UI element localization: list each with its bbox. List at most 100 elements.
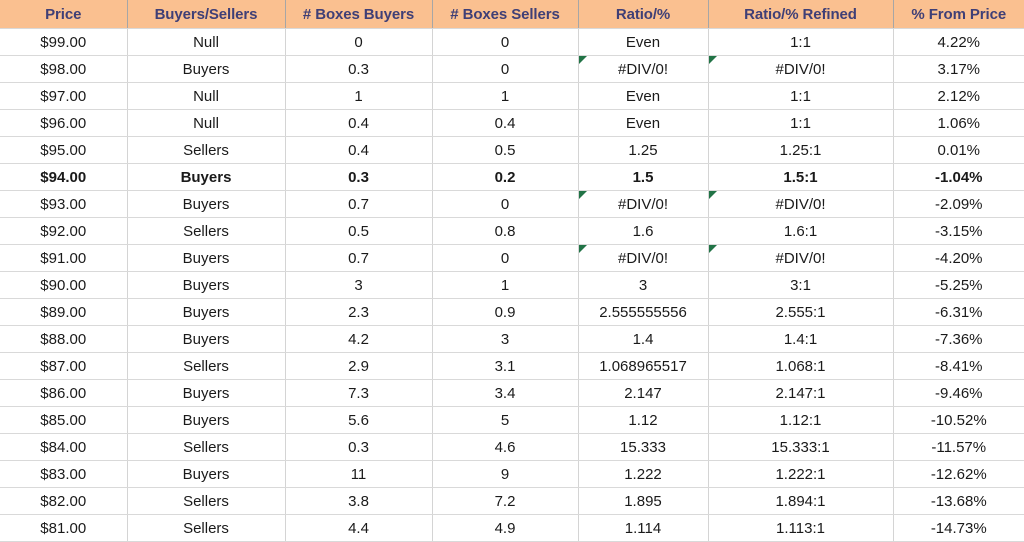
cell-signal[interactable]: Buyers	[127, 298, 286, 326]
table-row[interactable]: $81.00 Sellers 4.4 4.9 1.114 1.113:1 -14.73%	[0, 514, 1024, 542]
table-row[interactable]: $83.00 Buyers 11 9 1.222 1.222:1 -12.62%	[0, 460, 1024, 488]
cell-boxes-buyers[interactable]: 5.6	[285, 406, 433, 434]
cell-boxes-sellers[interactable]: 0.4	[432, 109, 579, 137]
cell-boxes-buyers[interactable]: 4.2	[285, 325, 433, 353]
table-row[interactable]: $96.00 Null 0.4 0.4 Even 1:1 1.06%	[0, 109, 1024, 137]
cell-pct-from-price[interactable]: -5.25%	[893, 271, 1024, 299]
table-row[interactable]: $94.00 Buyers 0.3 0.2 1.5 1.5:1 -1.04%	[0, 163, 1024, 191]
cell-ratio[interactable]: 1.895	[578, 487, 709, 515]
cell-ratio-refined[interactable]: 2.555:1	[708, 298, 894, 326]
cell-ratio-refined[interactable]: 1.068:1	[708, 352, 894, 380]
cell-price[interactable]: $92.00	[0, 217, 128, 245]
cell-boxes-buyers[interactable]: 0.4	[285, 109, 433, 137]
cell-pct-from-price[interactable]: -14.73%	[893, 514, 1024, 542]
cell-ratio-refined[interactable]: #DIV/0!	[708, 55, 894, 83]
table-row[interactable]: $89.00 Buyers 2.3 0.9 2.555555556 2.555:1 -6.3…	[0, 298, 1024, 326]
cell-boxes-buyers[interactable]: 0.7	[285, 244, 433, 272]
cell-boxes-buyers[interactable]: 7.3	[285, 379, 433, 407]
cell-pct-from-price[interactable]: 2.12%	[893, 82, 1024, 110]
column-header-price[interactable]: Price	[0, 0, 128, 29]
table-row[interactable]: $86.00 Buyers 7.3 3.4 2.147 2.147:1 -9.46%	[0, 379, 1024, 407]
spreadsheet-table[interactable]: Price Buyers/Sellers # Boxes Buyers # Bo…	[0, 0, 1024, 542]
cell-boxes-buyers[interactable]: 0.3	[285, 433, 433, 461]
cell-signal[interactable]: Buyers	[127, 460, 286, 488]
cell-signal[interactable]: Sellers	[127, 136, 286, 164]
cell-pct-from-price[interactable]: -6.31%	[893, 298, 1024, 326]
cell-pct-from-price[interactable]: -2.09%	[893, 190, 1024, 218]
cell-boxes-buyers[interactable]: 1	[285, 82, 433, 110]
cell-pct-from-price[interactable]: 0.01%	[893, 136, 1024, 164]
cell-ratio[interactable]: 2.555555556	[578, 298, 709, 326]
cell-pct-from-price[interactable]: -13.68%	[893, 487, 1024, 515]
cell-ratio-refined[interactable]: 1:1	[708, 28, 894, 56]
cell-price[interactable]: $90.00	[0, 271, 128, 299]
cell-boxes-buyers[interactable]: 0.3	[285, 55, 433, 83]
cell-boxes-sellers[interactable]: 1	[432, 82, 579, 110]
cell-signal[interactable]: Buyers	[127, 163, 286, 191]
cell-boxes-buyers[interactable]: 0.4	[285, 136, 433, 164]
cell-boxes-sellers[interactable]: 3.1	[432, 352, 579, 380]
cell-ratio[interactable]: 1.222	[578, 460, 709, 488]
cell-boxes-buyers[interactable]: 0	[285, 28, 433, 56]
cell-boxes-sellers[interactable]: 0.9	[432, 298, 579, 326]
cell-pct-from-price[interactable]: -7.36%	[893, 325, 1024, 353]
cell-ratio[interactable]: #DIV/0!	[578, 55, 709, 83]
cell-signal[interactable]: Sellers	[127, 433, 286, 461]
cell-ratio[interactable]: 1.25	[578, 136, 709, 164]
cell-signal[interactable]: Sellers	[127, 217, 286, 245]
cell-boxes-sellers[interactable]: 0.5	[432, 136, 579, 164]
table-row[interactable]: $84.00 Sellers 0.3 4.6 15.333 15.333:1 -11.57%	[0, 433, 1024, 461]
cell-signal[interactable]: Buyers	[127, 244, 286, 272]
cell-ratio-refined[interactable]: 3:1	[708, 271, 894, 299]
cell-boxes-sellers[interactable]: 9	[432, 460, 579, 488]
cell-boxes-buyers[interactable]: 11	[285, 460, 433, 488]
cell-ratio[interactable]: #DIV/0!	[578, 190, 709, 218]
column-header-ratio-refined[interactable]: Ratio/% Refined	[708, 0, 894, 29]
cell-price[interactable]: $89.00	[0, 298, 128, 326]
cell-price[interactable]: $84.00	[0, 433, 128, 461]
column-header-ratio[interactable]: Ratio/%	[578, 0, 709, 29]
cell-signal[interactable]: Buyers	[127, 325, 286, 353]
cell-ratio[interactable]: #DIV/0!	[578, 244, 709, 272]
cell-ratio-refined[interactable]: #DIV/0!	[708, 190, 894, 218]
cell-ratio[interactable]: Even	[578, 109, 709, 137]
cell-ratio[interactable]: 1.4	[578, 325, 709, 353]
cell-boxes-sellers[interactable]: 3	[432, 325, 579, 353]
cell-boxes-buyers[interactable]: 0.5	[285, 217, 433, 245]
cell-ratio-refined[interactable]: 1.4:1	[708, 325, 894, 353]
table-row[interactable]: $91.00 Buyers 0.7 0 #DIV/0! #DIV/0! -4.20%	[0, 244, 1024, 272]
cell-signal[interactable]: Null	[127, 109, 286, 137]
cell-ratio-refined[interactable]: 2.147:1	[708, 379, 894, 407]
cell-ratio[interactable]: 3	[578, 271, 709, 299]
table-row[interactable]: $85.00 Buyers 5.6 5 1.12 1.12:1 -10.52%	[0, 406, 1024, 434]
cell-pct-from-price[interactable]: -8.41%	[893, 352, 1024, 380]
cell-boxes-sellers[interactable]: 1	[432, 271, 579, 299]
cell-ratio-refined[interactable]: 1.25:1	[708, 136, 894, 164]
column-header-boxes-sellers[interactable]: # Boxes Sellers	[432, 0, 579, 29]
cell-ratio[interactable]: 2.147	[578, 379, 709, 407]
cell-ratio-refined[interactable]: 15.333:1	[708, 433, 894, 461]
cell-ratio[interactable]: 15.333	[578, 433, 709, 461]
table-row[interactable]: $95.00 Sellers 0.4 0.5 1.25 1.25:1 0.01%	[0, 136, 1024, 164]
cell-price[interactable]: $98.00	[0, 55, 128, 83]
cell-ratio[interactable]: Even	[578, 28, 709, 56]
cell-signal[interactable]: Buyers	[127, 379, 286, 407]
cell-pct-from-price[interactable]: -9.46%	[893, 379, 1024, 407]
cell-price[interactable]: $94.00	[0, 163, 128, 191]
cell-pct-from-price[interactable]: 1.06%	[893, 109, 1024, 137]
cell-boxes-sellers[interactable]: 7.2	[432, 487, 579, 515]
cell-signal[interactable]: Buyers	[127, 190, 286, 218]
cell-boxes-buyers[interactable]: 4.4	[285, 514, 433, 542]
cell-signal[interactable]: Buyers	[127, 271, 286, 299]
cell-boxes-buyers[interactable]: 0.7	[285, 190, 433, 218]
cell-ratio-refined[interactable]: 1:1	[708, 82, 894, 110]
cell-signal[interactable]: Buyers	[127, 406, 286, 434]
cell-signal[interactable]: Sellers	[127, 352, 286, 380]
cell-ratio-refined[interactable]: 1.12:1	[708, 406, 894, 434]
table-row[interactable]: $98.00 Buyers 0.3 0 #DIV/0! #DIV/0! 3.17%	[0, 55, 1024, 83]
cell-ratio-refined[interactable]: #DIV/0!	[708, 244, 894, 272]
cell-price[interactable]: $88.00	[0, 325, 128, 353]
table-row[interactable]: $93.00 Buyers 0.7 0 #DIV/0! #DIV/0! -2.09%	[0, 190, 1024, 218]
cell-price[interactable]: $85.00	[0, 406, 128, 434]
cell-price[interactable]: $82.00	[0, 487, 128, 515]
